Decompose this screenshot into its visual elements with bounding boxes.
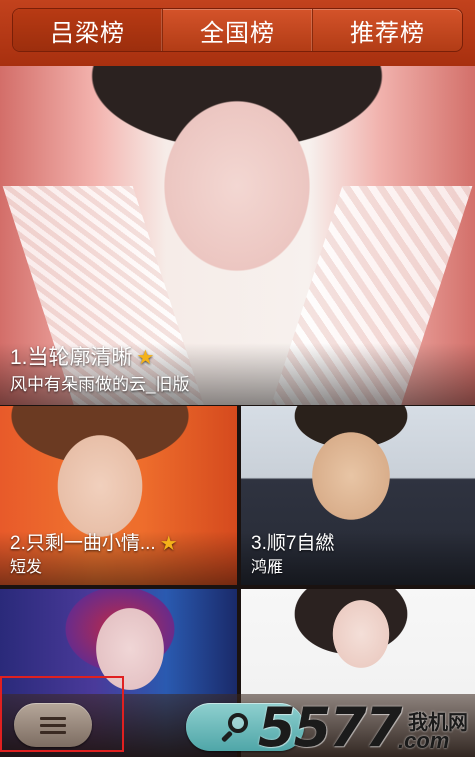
- card-title-text: 1.当轮廓清晰: [10, 346, 133, 369]
- tab-lvliang-ranking[interactable]: 吕梁榜: [13, 9, 163, 51]
- card-caption: 2.只剩一曲小情... ★ 短发: [0, 531, 237, 585]
- card-title-text: 2.只剩一曲小情...: [10, 533, 156, 554]
- search-button[interactable]: [186, 703, 304, 751]
- star-icon: ★: [136, 347, 155, 369]
- card-title: 1.当轮廓清晰 ★: [10, 343, 465, 373]
- user-card-1[interactable]: 1.当轮廓清晰 ★ 风中有朵雨做的云_旧版: [0, 66, 475, 405]
- tab-recommended-ranking[interactable]: 推荐榜: [313, 9, 462, 51]
- card-title-text: 3.顺7自繎: [251, 533, 335, 554]
- hamburger-menu-icon: [40, 715, 66, 735]
- search-icon: [220, 713, 248, 743]
- user-card-2[interactable]: 2.只剩一曲小情... ★ 短发: [0, 406, 237, 585]
- card-subtitle: 短发: [10, 559, 43, 576]
- tab-national-ranking[interactable]: 全国榜: [163, 9, 313, 51]
- tab-bar: 吕梁榜 全国榜 推荐榜: [0, 0, 475, 66]
- card-title: 2.只剩一曲小情... ★: [10, 531, 227, 557]
- card-caption: 1.当轮廓清晰 ★ 风中有朵雨做的云_旧版: [0, 343, 475, 405]
- card-subtitle: 鸿雁: [251, 559, 284, 576]
- ranking-tabs: 吕梁榜 全国榜 推荐榜: [12, 8, 463, 52]
- card-subtitle: 风中有朵雨做的云_旧版: [10, 375, 190, 394]
- user-card-3[interactable]: 3.顺7自繎 鸿雁: [241, 406, 475, 585]
- card-title: 3.顺7自繎: [251, 531, 465, 557]
- star-icon: ★: [159, 533, 178, 555]
- menu-button[interactable]: [14, 703, 92, 747]
- card-caption: 3.顺7自繎 鸿雁: [241, 531, 475, 585]
